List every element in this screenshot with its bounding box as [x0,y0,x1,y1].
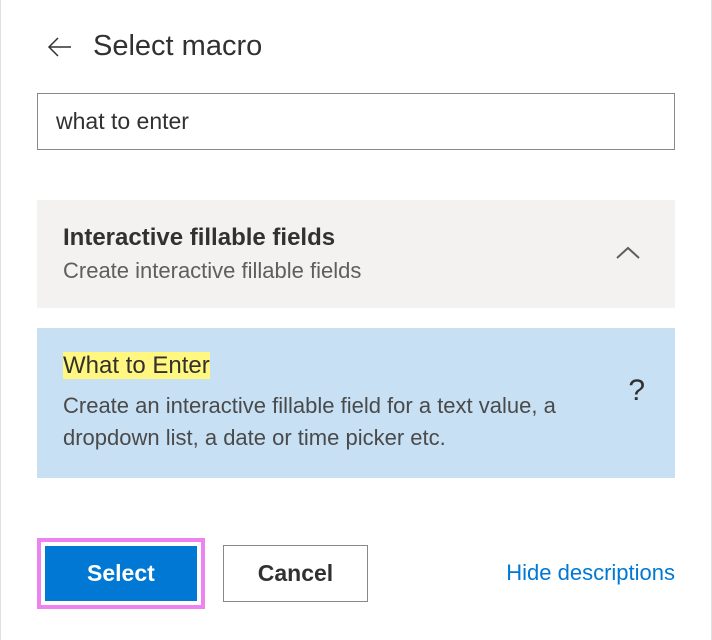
macro-text: What to Enter Create an interactive fill… [63,352,616,454]
hide-descriptions-link[interactable]: Hide descriptions [506,560,675,586]
macro-description: Create an interactive fillable field for… [63,390,616,454]
help-icon[interactable]: ? [628,374,645,408]
category-text: Interactive fillable fields Create inter… [63,224,615,284]
cancel-button[interactable]: Cancel [223,545,368,602]
dialog-footer: Select Cancel Hide descriptions [1,538,711,609]
macro-item-what-to-enter[interactable]: What to Enter Create an interactive fill… [37,328,675,478]
select-button[interactable]: Select [45,546,197,601]
match-highlight: What to Enter [63,352,210,379]
dialog-header: Select macro [37,30,675,63]
search-input[interactable] [37,93,675,150]
chevron-up-icon[interactable] [615,246,641,262]
macro-title: What to Enter [63,352,210,380]
dialog-title: Select macro [93,30,262,63]
macro-category[interactable]: Interactive fillable fields Create inter… [37,200,675,308]
category-description: Create interactive fillable fields [63,258,615,284]
back-arrow-icon[interactable] [45,33,73,61]
select-button-highlight: Select [37,538,205,609]
category-title: Interactive fillable fields [63,224,615,252]
